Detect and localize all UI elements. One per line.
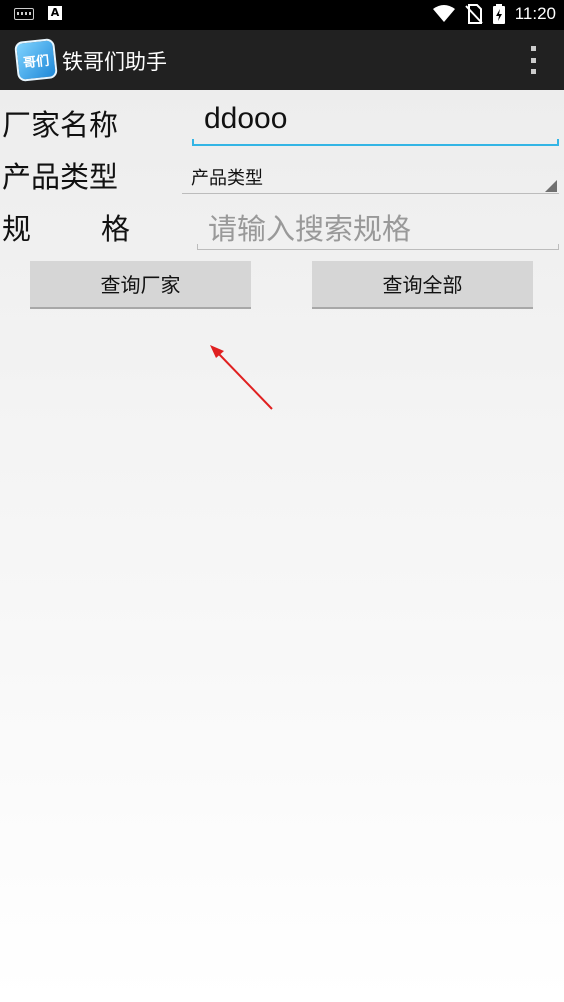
- annotation-arrow: [210, 345, 273, 410]
